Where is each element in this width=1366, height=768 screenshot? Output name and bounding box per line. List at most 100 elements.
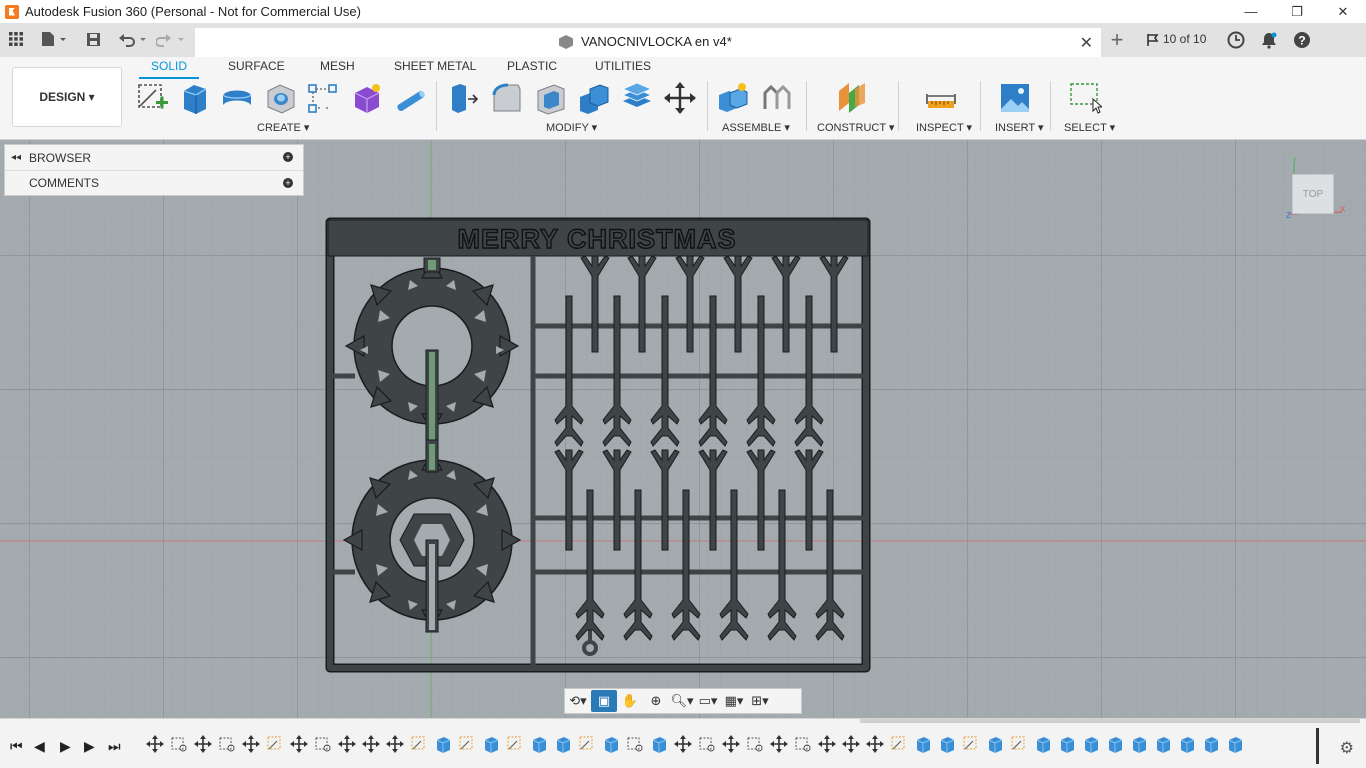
form-icon[interactable] [350,81,384,115]
sketch-feature-icon[interactable] [458,735,476,753]
play-icon[interactable]: ▶ [60,738,71,755]
timeline-marker[interactable] [1316,728,1319,764]
move-copy-icon[interactable] [663,81,697,115]
sketch-feature-icon[interactable] [698,735,716,753]
sketch-feature-icon[interactable] [266,735,284,753]
sketch-feature-icon[interactable] [578,735,596,753]
go-to-start-icon[interactable]: ⏮ [10,738,23,755]
press-pull-icon[interactable] [446,81,480,115]
modify-group-label[interactable]: MODIFY ▾ [546,121,597,134]
document-tab[interactable]: VANOCNIVLOCKA en v4* ✕ [195,28,1101,57]
extrude-feature-icon[interactable] [602,735,620,753]
create-group-label[interactable]: CREATE ▾ [257,121,309,134]
add-icon[interactable]: + [283,152,293,162]
measure-icon[interactable] [924,81,958,115]
comments-row[interactable]: COMMENTS + [5,170,303,195]
extrude-icon[interactable] [178,81,212,115]
extrude-feature-icon[interactable] [938,735,956,753]
sketch-feature-icon[interactable] [1010,735,1028,753]
pattern-icon[interactable] [306,81,340,115]
assemble-group-label[interactable]: ASSEMBLE ▾ [722,121,790,134]
move-feature-icon[interactable] [770,735,788,753]
minimize-button[interactable]: — [1228,0,1274,23]
tab-surface[interactable]: SURFACE [228,59,285,73]
shell-icon[interactable] [534,81,568,115]
collapse-panel-icon[interactable]: ◂◂ [11,152,21,163]
sketch-feature-icon[interactable] [794,735,812,753]
canvas-viewport[interactable]: MERRY CHRISTMAS ◂◂ BROWSER + COMMENTS + … [0,140,1366,718]
tab-solid[interactable]: SOLID [138,59,200,79]
browser-row[interactable]: ◂◂ BROWSER + [5,145,303,170]
timeline-scrollbar[interactable] [860,719,1360,723]
move-feature-icon[interactable] [818,735,836,753]
extrude-feature-icon[interactable] [914,735,932,753]
move-feature-icon[interactable] [290,735,308,753]
file-icon[interactable] [40,31,68,47]
orbit-icon[interactable]: ⟲▾ [565,690,591,712]
offset-face-icon[interactable] [620,81,654,115]
bell-icon[interactable] [1260,31,1278,49]
move-feature-icon[interactable] [674,735,692,753]
page-count[interactable]: 10 of 10 [1163,32,1206,46]
tab-sheet-metal[interactable]: SHEET METAL [394,59,476,73]
extrude-feature-icon[interactable] [986,735,1004,753]
sketch-feature-icon[interactable] [746,735,764,753]
tab-utilities[interactable]: UTILITIES [595,59,651,73]
insert-image-icon[interactable] [998,81,1032,115]
combine-icon[interactable] [577,81,611,115]
grid-settings-icon[interactable]: ▦▾ [721,690,747,712]
move-feature-icon[interactable] [866,735,884,753]
step-forward-icon[interactable]: ▶ [84,738,95,755]
move-feature-icon[interactable] [194,735,212,753]
select-window-icon[interactable] [1068,81,1102,115]
sketch-feature-icon[interactable] [218,735,236,753]
extrude-feature-icon[interactable] [482,735,500,753]
hole-icon[interactable] [264,81,298,115]
viewcube[interactable]: TOP [1292,174,1334,214]
insert-group-label[interactable]: INSERT ▾ [995,121,1044,134]
inspect-group-label[interactable]: INSPECT ▾ [916,121,972,134]
extrude-feature-icon[interactable] [1226,735,1244,753]
move-feature-icon[interactable] [146,735,164,753]
extrude-feature-icon[interactable] [1178,735,1196,753]
fillet-icon[interactable] [490,81,524,115]
new-component-icon[interactable] [716,81,750,115]
help-icon[interactable]: ? [1293,31,1311,49]
move-feature-icon[interactable] [242,735,260,753]
save-icon[interactable] [86,32,101,47]
restore-button[interactable]: ❐ [1274,0,1320,23]
extrude-feature-icon[interactable] [1202,735,1220,753]
extrude-feature-icon[interactable] [1130,735,1148,753]
move-feature-icon[interactable] [338,735,356,753]
redo-icon[interactable] [156,32,186,47]
pipe-icon[interactable] [394,81,428,115]
revolve-icon[interactable] [220,81,254,115]
sketch-feature-icon[interactable] [314,735,332,753]
sketch-feature-icon[interactable] [890,735,908,753]
close-tab-icon[interactable]: ✕ [1080,33,1093,53]
tab-plastic[interactable]: PLASTIC [507,59,557,73]
grid-icon[interactable] [9,32,23,46]
viewports-icon[interactable]: ⊞▾ [747,690,773,712]
extrude-feature-icon[interactable] [1106,735,1124,753]
extrude-feature-icon[interactable] [1082,735,1100,753]
close-window-button[interactable]: ✕ [1320,0,1366,23]
extrude-feature-icon[interactable] [650,735,668,753]
display-settings-icon[interactable]: ▭▾ [695,690,721,712]
sketch-feature-icon[interactable] [626,735,644,753]
step-back-icon[interactable]: ◀ [34,738,45,755]
go-to-end-icon[interactable]: ⏭ [108,738,121,755]
look-at-icon[interactable]: ▣ [591,690,617,712]
construct-group-label[interactable]: CONSTRUCT ▾ [817,121,894,134]
extrude-feature-icon[interactable] [530,735,548,753]
new-tab-button[interactable]: + [1106,27,1128,53]
extrude-feature-icon[interactable] [554,735,572,753]
undo-icon[interactable] [118,32,148,47]
add-comment-icon[interactable]: + [283,178,293,188]
pan-icon[interactable]: ✋ [617,690,643,712]
gear-icon[interactable]: ⚙ [1340,738,1354,758]
move-feature-icon[interactable] [722,735,740,753]
fit-icon[interactable]: 🔍︎▾ [669,690,695,712]
sketch-feature-icon[interactable] [962,735,980,753]
create-sketch-icon[interactable] [136,81,170,115]
